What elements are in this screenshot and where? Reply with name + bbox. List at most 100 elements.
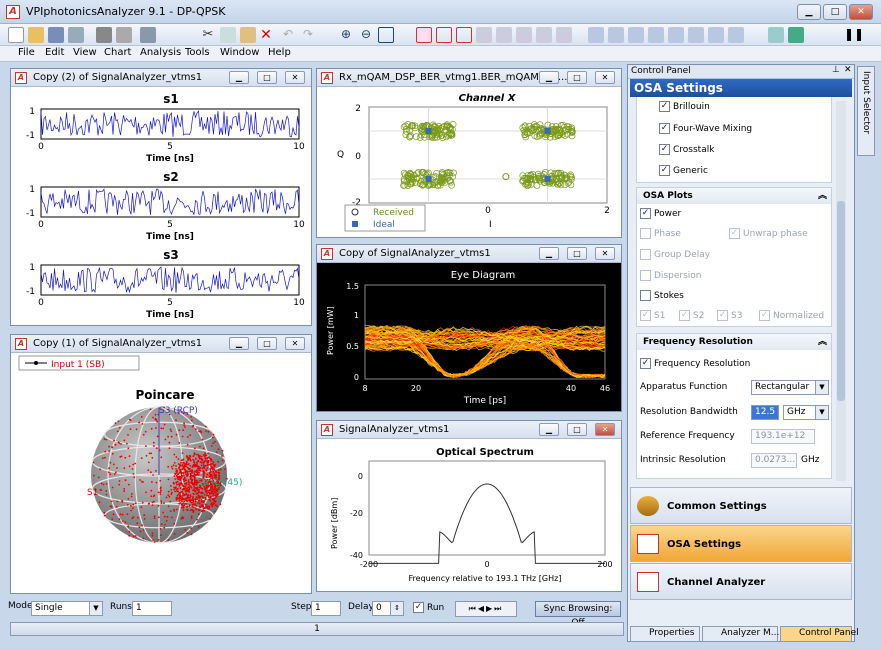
minimize-button[interactable]: ▁ xyxy=(797,4,821,20)
generic-checkbox[interactable]: ✓ Generic xyxy=(659,165,708,176)
panel-close-button[interactable]: ✕ xyxy=(595,71,615,84)
pin-icon[interactable]: ⊥ xyxy=(832,65,840,75)
dispersion-checkbox[interactable]: Dispersion xyxy=(640,270,701,281)
layout-2-icon[interactable] xyxy=(608,27,624,43)
menu-analysis[interactable]: Analysis xyxy=(140,47,181,58)
channel-analyzer-button[interactable]: Channel Analyzer xyxy=(630,563,852,600)
run-checkbox[interactable]: ✓ Run xyxy=(413,602,444,613)
panel-close-button[interactable]: ✕ xyxy=(285,337,305,350)
brillouin-checkbox[interactable]: ✓ Brillouin xyxy=(659,101,710,112)
pause-icon[interactable]: ❚❚ xyxy=(844,27,864,43)
close-icon[interactable]: ✕ xyxy=(844,65,852,75)
layout-3-icon[interactable] xyxy=(628,27,644,43)
menu-view[interactable]: View xyxy=(73,47,97,58)
panel-minimize-button[interactable]: ▁ xyxy=(229,71,249,84)
collapse-icon[interactable]: ︽ xyxy=(818,188,827,204)
phase-checkbox[interactable]: Phase xyxy=(640,228,681,239)
layout-8-icon[interactable] xyxy=(728,27,744,43)
window-icon[interactable] xyxy=(768,27,784,43)
chart-multi-icon[interactable] xyxy=(456,27,472,43)
panel-close-button[interactable]: ✕ xyxy=(595,423,615,436)
delete-icon[interactable]: ✕ xyxy=(258,27,274,43)
common-settings-button[interactable]: Common Settings xyxy=(630,487,852,524)
scrollbar[interactable] xyxy=(836,101,846,481)
step-input[interactable]: 1 xyxy=(311,601,341,616)
group-delay-checkbox[interactable]: Group Delay xyxy=(640,249,710,260)
zoom-out-icon[interactable]: ⊖ xyxy=(358,27,374,43)
zoom-fit-icon[interactable] xyxy=(378,27,394,43)
sync-browsing-button[interactable]: Sync Browsing: Off xyxy=(535,601,621,628)
panel-close-button[interactable]: ✕ xyxy=(595,247,615,260)
chart-grid-icon[interactable] xyxy=(436,27,452,43)
bandwidth-unit-select[interactable]: GHz ▼ xyxy=(783,405,829,420)
osa-settings-button[interactable]: OSA Settings xyxy=(630,525,852,562)
print-icon[interactable] xyxy=(96,27,112,43)
copy-icon[interactable] xyxy=(220,27,236,43)
page-setup-icon[interactable] xyxy=(140,27,156,43)
layout-icon[interactable] xyxy=(588,27,604,43)
normalized-checkbox[interactable]: ✓ Normalized xyxy=(759,310,824,321)
panel-close-button[interactable]: ✕ xyxy=(285,71,305,84)
input-selector-tab[interactable]: Input Selector xyxy=(857,66,875,156)
panel-maximize-button[interactable]: □ xyxy=(567,247,587,260)
chart-list-icon[interactable] xyxy=(476,27,492,43)
collapse-icon[interactable]: ︽ xyxy=(818,334,827,350)
panel-maximize-button[interactable]: □ xyxy=(567,71,587,84)
save-all-icon[interactable] xyxy=(68,27,84,43)
layout-5-icon[interactable] xyxy=(668,27,684,43)
print-preview-icon[interactable] xyxy=(116,27,132,43)
chart-settings-icon[interactable] xyxy=(536,27,552,43)
delay-stepper[interactable]: 0 ⇕ xyxy=(372,601,404,616)
tab-analyzer-manager[interactable]: Analyzer M... xyxy=(702,626,779,642)
chart-icon[interactable] xyxy=(416,27,432,43)
paste-icon[interactable] xyxy=(240,27,256,43)
panel-minimize-button[interactable]: ▁ xyxy=(229,337,249,350)
layout-4-icon[interactable] xyxy=(648,27,664,43)
menu-window[interactable]: Window xyxy=(220,47,259,58)
undo-icon[interactable]: ↶ xyxy=(280,27,296,43)
panel-maximize-button[interactable]: □ xyxy=(257,71,277,84)
apparatus-function-select[interactable]: Rectangular ▼ xyxy=(751,380,829,395)
save-icon[interactable] xyxy=(48,27,64,43)
redo-icon[interactable]: ↷ xyxy=(300,27,316,43)
menu-chart[interactable]: Chart xyxy=(104,47,131,58)
new-icon[interactable] xyxy=(8,27,24,43)
intrinsic-resolution-field[interactable]: 0.0273... xyxy=(751,453,797,468)
playback-controls[interactable]: ⏮◀▶⏭ xyxy=(455,601,517,617)
s3-checkbox[interactable]: ✓ S3 xyxy=(717,310,742,321)
unwrap-phase-checkbox[interactable]: ✓ Unwrap phase xyxy=(729,228,808,239)
panel-maximize-button[interactable]: □ xyxy=(257,337,277,350)
open-icon[interactable] xyxy=(28,27,44,43)
panel-minimize-button[interactable]: ▁ xyxy=(539,423,559,436)
menu-tools[interactable]: Tools xyxy=(185,47,210,58)
chart-scale-icon[interactable] xyxy=(556,27,572,43)
four-wave-mixing-checkbox[interactable]: ✓ Four-Wave Mixing xyxy=(659,123,752,134)
scrollbar-thumb[interactable] xyxy=(837,201,845,401)
section-header[interactable]: Frequency Resolution ︽ xyxy=(637,334,831,350)
monitor-icon[interactable] xyxy=(788,27,804,43)
reference-frequency-field[interactable]: 193.1e+12 xyxy=(751,429,815,444)
s1-checkbox[interactable]: ✓ S1 xyxy=(640,310,665,321)
layout-7-icon[interactable] xyxy=(708,27,724,43)
resolution-bandwidth-input[interactable]: 12.5 xyxy=(751,405,779,420)
power-checkbox[interactable]: ✓ Power xyxy=(640,208,681,219)
tab-properties[interactable]: Properties xyxy=(630,626,700,642)
maximize-button[interactable]: □ xyxy=(823,4,847,20)
stokes-checkbox[interactable]: Stokes xyxy=(640,290,684,301)
chart-export-icon[interactable] xyxy=(516,27,532,43)
mode-select[interactable]: Single ▼ xyxy=(31,601,103,616)
chart-table-icon[interactable] xyxy=(496,27,512,43)
cut-icon[interactable]: ✂ xyxy=(200,27,216,43)
menu-edit[interactable]: Edit xyxy=(45,47,64,58)
section-header[interactable]: OSA Plots ︽ xyxy=(637,188,831,204)
runs-input[interactable]: 1 xyxy=(132,601,172,616)
s2-checkbox[interactable]: ✓ S2 xyxy=(679,310,704,321)
zoom-in-icon[interactable]: ⊕ xyxy=(338,27,354,43)
panel-minimize-button[interactable]: ▁ xyxy=(539,247,559,260)
menu-file[interactable]: File xyxy=(18,47,35,58)
tab-control-panel[interactable]: Control Panel xyxy=(780,626,859,642)
panel-minimize-button[interactable]: ▁ xyxy=(539,71,559,84)
panel-maximize-button[interactable]: □ xyxy=(567,423,587,436)
menu-help[interactable]: Help xyxy=(268,47,291,58)
frequency-resolution-checkbox[interactable]: ✓ Frequency Resolution xyxy=(640,358,750,369)
